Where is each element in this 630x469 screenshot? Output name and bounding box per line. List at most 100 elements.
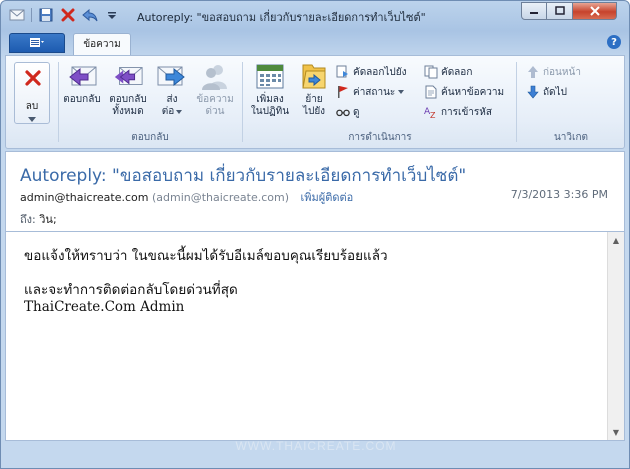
copy-label: คัดลอก bbox=[441, 66, 473, 78]
mail-window: Autoreply: "ขอสอบถาม เกี่ยวกับรายละเอียด… bbox=[0, 0, 630, 469]
tab-message[interactable]: ข้อความ bbox=[73, 33, 131, 55]
message-text: ขอแจ้งให้ทราบว่า ในขณะนี้ผมได้รับอีเมล์ข… bbox=[24, 248, 594, 316]
arrow-up-icon bbox=[526, 65, 540, 79]
arrow-down-icon bbox=[526, 85, 540, 99]
instant-message-button[interactable]: ข้อความ ด่วน bbox=[192, 60, 238, 118]
sender-email[interactable]: admin@thaicreate.com bbox=[20, 191, 148, 204]
copy-to-label: คัดลอกไปยัง bbox=[353, 66, 407, 78]
reply-all-icon bbox=[112, 60, 144, 92]
calendar-label-1: เพิ่มลง bbox=[256, 94, 284, 105]
document-find-icon bbox=[424, 85, 438, 99]
file-menu-icon bbox=[30, 38, 44, 47]
add-to-calendar-button[interactable]: เพิ่มลง ในปฏิทิน bbox=[246, 60, 294, 118]
watermark: WWW.THAICREATE.COM bbox=[235, 439, 397, 453]
body-line bbox=[24, 265, 594, 282]
message-header: Autoreply: "ขอสอบถาม เกี่ยวกับรายละเอียด… bbox=[5, 151, 625, 231]
flag-label: ค่าสถานะ bbox=[353, 86, 396, 98]
message-date: 7/3/2013 3:36 PM bbox=[510, 188, 608, 201]
move-to-button[interactable]: ย้าย ไปยัง bbox=[296, 60, 332, 118]
calendar-label-2: ในปฏิทิน bbox=[250, 106, 290, 117]
reply-label: ตอบกลับ bbox=[63, 94, 101, 105]
chevron-down-icon bbox=[176, 110, 183, 114]
next-button[interactable]: ถัดไป bbox=[526, 84, 567, 100]
sender-address: (admin@thaicreate.com) bbox=[151, 191, 290, 204]
copy-to-folder-button[interactable]: คัดลอกไปยัง bbox=[336, 64, 407, 80]
add-contact-link[interactable]: เพิ่มผู้ติดต่อ bbox=[301, 191, 354, 204]
delete-icon[interactable] bbox=[60, 7, 76, 23]
encoding-icon: AZ bbox=[424, 105, 438, 119]
forward-label-1: ส่ง bbox=[166, 94, 178, 105]
window-title: Autoreply: "ขอสอบถาม เกี่ยวกับรายละเอียด… bbox=[137, 11, 426, 24]
glasses-icon bbox=[336, 105, 350, 119]
forward-button[interactable]: ส่ง ต่อ bbox=[154, 60, 190, 118]
find-message-button[interactable]: ค้นหาข้อความ bbox=[424, 84, 504, 100]
copy-button[interactable]: คัดลอก bbox=[424, 64, 472, 80]
qat-divider bbox=[31, 8, 32, 22]
group-label-actions: การดำเนินการ bbox=[348, 132, 412, 143]
group-actions: เพิ่มลง ในปฏิทิน ย้าย ไปยัง คัดลอกไปยัง bbox=[244, 58, 516, 146]
flag-icon bbox=[336, 85, 350, 99]
message-body[interactable]: ขอแจ้งให้ทราบว่า ในขณะนี้ผมได้รับอีเมล์ข… bbox=[5, 231, 625, 441]
reply-button[interactable]: ตอบกลับ bbox=[62, 60, 102, 106]
chevron-down-icon bbox=[28, 113, 36, 126]
im-label-2: ด่วน bbox=[205, 106, 225, 117]
reply-all-label-2: ทั้งหมด bbox=[112, 106, 144, 117]
envelope-icon[interactable] bbox=[9, 7, 25, 23]
reply-all-button[interactable]: ตอบกลับ ทั้งหมด bbox=[106, 60, 150, 118]
forward-label-2: ต่อ bbox=[161, 106, 175, 117]
to-label: ถึง: bbox=[20, 213, 36, 226]
close-button[interactable] bbox=[573, 2, 617, 20]
scroll-down-icon[interactable]: ▼ bbox=[608, 424, 624, 440]
to-line: ถึง: วิน; bbox=[20, 210, 57, 228]
save-icon[interactable] bbox=[38, 7, 54, 23]
encoding-button[interactable]: AZ การเข้ารหัส bbox=[424, 104, 492, 120]
minimize-icon bbox=[530, 12, 538, 14]
body-line: และจะทำการติดต่อกลับโดยด่วนที่สุด bbox=[24, 282, 238, 298]
move-label-1: ย้าย bbox=[305, 94, 323, 105]
customize-qat-icon[interactable] bbox=[104, 7, 120, 23]
reply-all-label-1: ตอบกลับ bbox=[109, 94, 147, 105]
help-icon[interactable]: ? bbox=[607, 35, 621, 49]
to-recipient[interactable]: วิน; bbox=[39, 213, 56, 226]
svg-text:Z: Z bbox=[430, 111, 436, 119]
quick-access-toolbar bbox=[9, 7, 120, 23]
im-label-1: ข้อความ bbox=[196, 94, 234, 105]
delete-x-icon bbox=[24, 69, 42, 90]
find-label: ค้นหาข้อความ bbox=[441, 86, 505, 98]
file-menu-button[interactable] bbox=[9, 33, 65, 53]
previous-button[interactable]: ก่อนหน้า bbox=[526, 64, 581, 80]
move-label-2: ไปยัง bbox=[302, 106, 326, 117]
delete-button[interactable]: ลบ bbox=[14, 62, 50, 124]
calendar-icon bbox=[254, 60, 286, 92]
ribbon-tabs: ข้อความ ? bbox=[5, 31, 625, 55]
encoding-label: การเข้ารหัส bbox=[441, 106, 492, 118]
minimize-button[interactable] bbox=[521, 2, 547, 20]
title-bar: Autoreply: "ขอสอบถาม เกี่ยวกับรายละเอียด… bbox=[1, 1, 629, 29]
ribbon-divider bbox=[58, 62, 59, 142]
folder-icon bbox=[298, 60, 330, 92]
delete-label: ลบ bbox=[25, 101, 39, 112]
chevron-down-icon bbox=[398, 90, 405, 94]
message-subject: Autoreply: "ขอสอบถาม เกี่ยวกับรายละเอียด… bbox=[20, 166, 467, 186]
ribbon-divider bbox=[242, 62, 243, 142]
scroll-up-icon[interactable]: ▲ bbox=[608, 232, 624, 248]
ribbon: ลบ ตอบกลับ ตอบกลับ ทั้งหมด ส่ง ต่อ ข้อคว… bbox=[5, 55, 625, 149]
maximize-button[interactable] bbox=[547, 2, 573, 20]
body-line: ThaiCreate.Com Admin bbox=[24, 299, 185, 315]
maximize-icon bbox=[554, 6, 565, 15]
flag-button[interactable]: ค่าสถานะ bbox=[336, 84, 405, 100]
group-navigate: ก่อนหน้า ถัดไป นาวิเกต bbox=[518, 58, 624, 146]
group-label-navigate: นาวิเกต bbox=[553, 132, 589, 143]
group-delete: ลบ bbox=[6, 58, 58, 146]
next-label: ถัดไป bbox=[543, 86, 567, 98]
copy-icon bbox=[424, 65, 438, 79]
reply-icon[interactable] bbox=[82, 7, 98, 23]
group-respond: ตอบกลับ ตอบกลับ ทั้งหมด ส่ง ต่อ ข้อความ … bbox=[60, 58, 240, 146]
ribbon-divider bbox=[516, 62, 517, 142]
sender-line: admin@thaicreate.com (admin@thaicreate.c… bbox=[20, 188, 353, 206]
vertical-scrollbar[interactable]: ▲ ▼ bbox=[607, 232, 624, 440]
view-button[interactable]: ดู bbox=[336, 104, 360, 120]
body-line: ขอแจ้งให้ทราบว่า ในขณะนี้ผมได้รับอีเมล์ข… bbox=[24, 248, 388, 264]
window-controls bbox=[521, 2, 617, 20]
people-icon bbox=[199, 60, 231, 92]
